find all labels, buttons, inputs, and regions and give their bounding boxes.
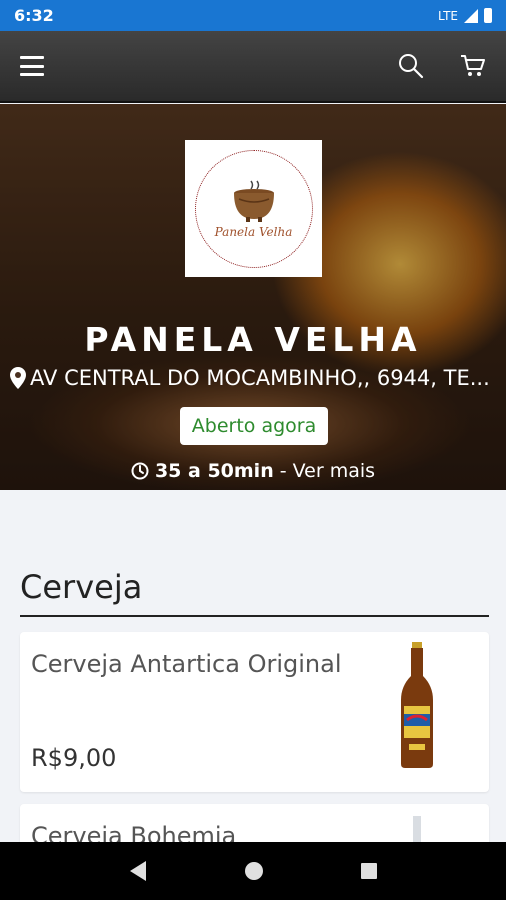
- logo-ring: Panela Velha: [194, 149, 313, 268]
- product-name: Cerveja Antartica Original: [31, 650, 342, 678]
- store-address[interactable]: AV CENTRAL DO MOCAMBINHO,, 6944, TE...: [10, 366, 500, 390]
- system-nav-bar: [0, 842, 506, 900]
- open-status-badge: Aberto agora: [180, 407, 328, 445]
- product-card[interactable]: Cerveja Antartica Original R$9,00: [20, 632, 489, 792]
- back-icon[interactable]: [128, 860, 148, 882]
- clock-icon: [131, 462, 149, 480]
- status-icons: LTE: [438, 8, 492, 23]
- section-title: Cerveja: [20, 568, 143, 606]
- product-price: R$9,00: [31, 744, 117, 772]
- store-logo: Panela Velha: [185, 140, 322, 277]
- home-icon[interactable]: [244, 861, 264, 881]
- network-label: LTE: [438, 8, 458, 23]
- menu-content: Cerveja Cerveja Antartica Original R$9,0…: [0, 490, 506, 842]
- recents-icon[interactable]: [360, 862, 378, 880]
- see-more-link[interactable]: - Ver mais: [280, 460, 375, 482]
- section-divider: [20, 615, 489, 617]
- product-card[interactable]: Cerveja Bohemia: [20, 804, 489, 842]
- store-hero: Panela Velha PANELA VELHA AV CENTRAL DO …: [0, 104, 506, 490]
- cart-icon[interactable]: [460, 54, 486, 78]
- status-bar: 6:32 LTE: [0, 0, 506, 31]
- beer-bottle-image: [413, 816, 421, 842]
- logo-text: Panela Velha: [214, 224, 293, 239]
- map-pin-icon: [10, 367, 26, 389]
- beer-bottle-image: [401, 642, 433, 768]
- pot-icon: [233, 180, 274, 222]
- app-bar-actions: [398, 53, 486, 79]
- search-icon[interactable]: [398, 53, 424, 79]
- signal-icon: [464, 8, 478, 23]
- delivery-time-row[interactable]: 35 a 50min - Ver mais: [0, 460, 506, 482]
- store-name: PANELA VELHA: [84, 320, 422, 359]
- delivery-time: 35 a 50min: [154, 460, 274, 482]
- status-time: 6:32: [14, 6, 54, 25]
- app-bar: [0, 31, 506, 103]
- hamburger-menu-icon[interactable]: [20, 56, 44, 76]
- battery-icon: [484, 8, 492, 23]
- product-name: Cerveja Bohemia: [31, 822, 237, 842]
- address-text: AV CENTRAL DO MOCAMBINHO,, 6944, TE...: [30, 366, 490, 390]
